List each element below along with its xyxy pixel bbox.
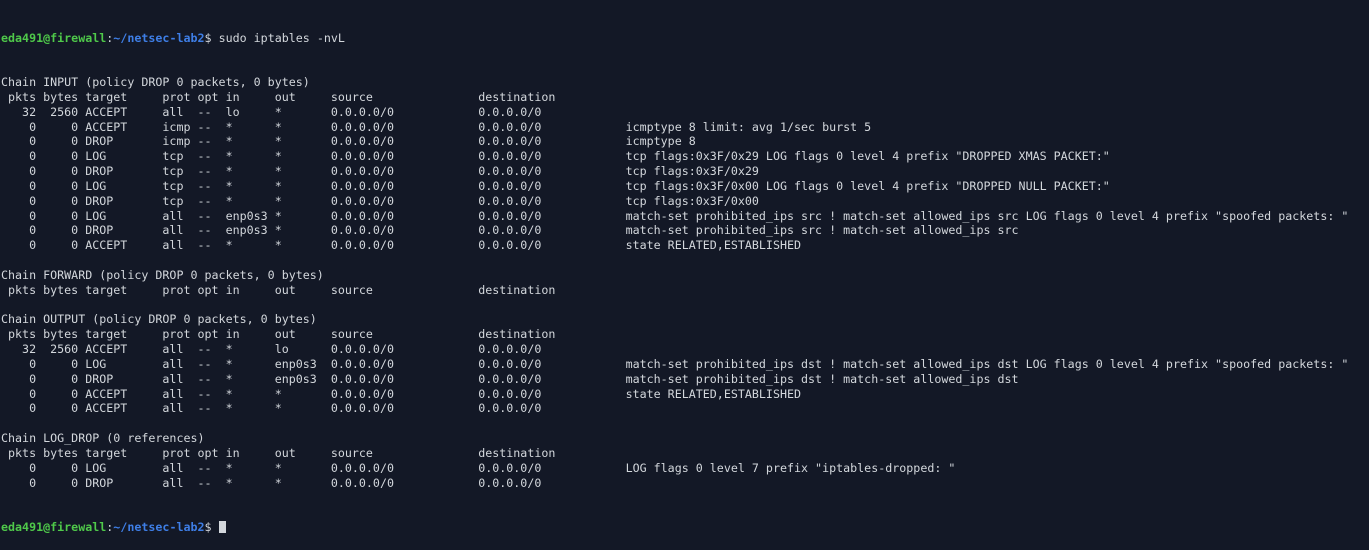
rule-row: 0 0 LOG tcp -- * * 0.0.0.0/0 0.0.0.0/0 t… [1,178,1110,193]
rule-row: 0 0 LOG all -- enp0s3 * 0.0.0.0/0 0.0.0.… [1,208,1349,223]
prompt-user-host: eda491@firewall [1,30,107,45]
rule-row: 0 0 LOG all -- * * 0.0.0.0/0 0.0.0.0/0 L… [1,460,956,475]
rule-row: 0 0 DROP all -- * * 0.0.0.0/0 0.0.0.0/0 [1,475,626,490]
active-prompt-line[interactable]: eda491@firewall:~/netsec-lab2$ [1,520,1348,535]
rule-row: 32 2560 ACCEPT all -- lo * 0.0.0.0/0 0.0… [1,104,626,119]
column-header: pkts bytes target prot opt in out source… [1,327,556,342]
prompt-path: ~/netsec-lab2 [113,30,205,45]
rule-row: 0 0 LOG all -- * enp0s3 0.0.0.0/0 0.0.0.… [1,356,1349,371]
rule-row: 0 0 DROP all -- enp0s3 * 0.0.0.0/0 0.0.0… [1,223,1019,238]
chain-title: Chain FORWARD (policy DROP 0 packets, 0 … [1,267,324,282]
rule-row: 0 0 ACCEPT all -- * * 0.0.0.0/0 0.0.0.0/… [1,238,802,253]
prompt-user-host: eda491@firewall [1,519,107,534]
rule-row: 0 0 ACCEPT icmp -- * * 0.0.0.0/0 0.0.0.0… [1,119,872,134]
prompt-symbol: $ [204,30,219,45]
column-header: pkts bytes target prot opt in out source… [1,445,556,460]
terminal-output[interactable]: eda491@firewall:~/netsec-lab2$ sudo ipta… [1,1,1348,550]
iptables-output: Chain INPUT (policy DROP 0 packets, 0 by… [1,75,1348,490]
rule-row: 0 0 ACCEPT all -- * * 0.0.0.0/0 0.0.0.0/… [1,401,626,416]
chain-title: Chain OUTPUT (policy DROP 0 packets, 0 b… [1,312,317,327]
rule-row: 32 2560 ACCEPT all -- * lo 0.0.0.0/0 0.0… [1,342,626,357]
command-prompt-line: eda491@firewall:~/netsec-lab2$ sudo ipta… [1,31,1348,46]
rule-row: 0 0 DROP icmp -- * * 0.0.0.0/0 0.0.0.0/0… [1,134,696,149]
chain-title: Chain INPUT (policy DROP 0 packets, 0 by… [1,75,310,90]
rule-row: 0 0 ACCEPT all -- * * 0.0.0.0/0 0.0.0.0/… [1,386,802,401]
cursor [218,520,226,533]
prompt-separator: : [106,519,114,534]
rule-row: 0 0 DROP tcp -- * * 0.0.0.0/0 0.0.0.0/0 … [1,193,759,208]
rule-row: 0 0 DROP tcp -- * * 0.0.0.0/0 0.0.0.0/0 … [1,164,759,179]
command-text: sudo iptables -nvL [218,30,345,45]
prompt-path: ~/netsec-lab2 [113,519,205,534]
column-header: pkts bytes target prot opt in out source… [1,89,556,104]
prompt-symbol: $ [204,519,219,534]
rule-row: 0 0 LOG tcp -- * * 0.0.0.0/0 0.0.0.0/0 t… [1,149,1110,164]
rule-row: 0 0 DROP all -- * enp0s3 0.0.0.0/0 0.0.0… [1,371,1019,386]
column-header: pkts bytes target prot opt in out source… [1,282,556,297]
